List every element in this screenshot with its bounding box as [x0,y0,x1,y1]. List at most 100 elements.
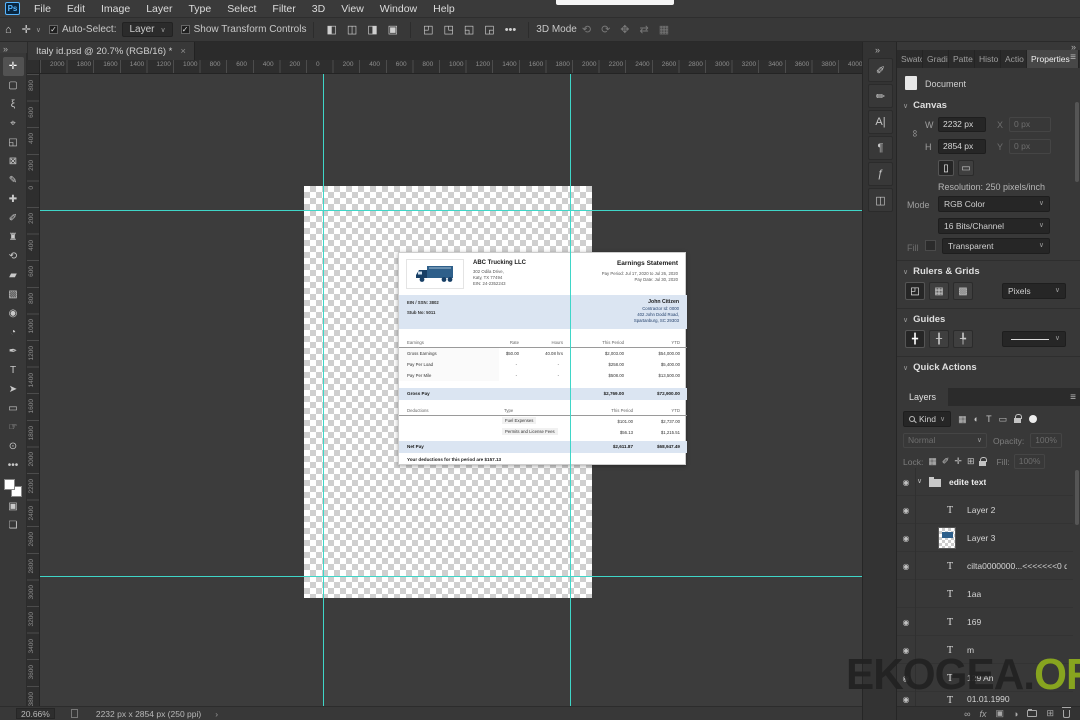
menu-window[interactable]: Window [372,0,425,18]
fill-dropdown[interactable]: Transparent ∨ [942,238,1050,254]
auto-select-target-dropdown[interactable]: Layer ∨ [122,22,173,37]
properties-scrollbar[interactable] [1075,102,1079,182]
eye-icon[interactable]: ◉ [897,552,916,580]
layer-effects-icon[interactable]: fx [979,709,986,719]
ruler-units-dropdown[interactable]: Pixels ∨ [1002,283,1066,299]
tab-history[interactable]: Histo [975,50,1001,68]
tab-layers[interactable]: Layers [897,388,949,406]
dodge-tool[interactable]: ◔ [3,323,24,342]
status-options-arrow[interactable]: › [215,709,218,719]
history-brush-tool[interactable]: ⟲ [3,247,24,266]
vertical-guide[interactable] [570,74,571,706]
lock-position-icon[interactable]: ✛ [954,456,962,467]
height-field[interactable]: 2854 px [938,139,986,154]
layer-filter-dropdown[interactable]: Kind ∨ [903,411,952,427]
filtering-toggle[interactable] [1029,415,1038,423]
group-expand-chevron-icon[interactable]: ∨ [917,477,922,485]
adjustment-layer-icon[interactable]: ◑ [1013,709,1018,719]
tab-patterns[interactable]: Patte [949,50,975,68]
rulers-grids-section-header[interactable]: ∨ Rulers & Grids [903,266,980,277]
lock-pixels-icon[interactable]: ✐ [942,456,950,467]
home-icon[interactable]: ⌂ [0,24,17,36]
quick-mask-button[interactable]: ▣ [3,497,24,516]
bit-depth-dropdown[interactable]: 16 Bits/Channel ∨ [938,218,1050,234]
guide-style-dropdown[interactable]: ∨ [1002,331,1066,347]
canvas-section-header[interactable]: ∨ Canvas [903,100,947,111]
zoom-tool[interactable]: ⊙ [3,437,24,456]
expand-panels-icon[interactable]: » [875,45,880,55]
paragraph-panel-icon[interactable]: ¶ [868,136,893,160]
brush-tool[interactable]: ✐ [3,209,24,228]
fill-swatch[interactable] [925,240,936,251]
auto-select-checkbox[interactable]: ✓ [49,25,58,34]
character-panel-icon[interactable]: A| [868,110,893,134]
lock-guides-button[interactable]: ╂ [929,330,949,348]
layers-scrollbar[interactable] [1075,470,1079,525]
layers-panel-menu-icon[interactable]: ≡ [1070,392,1076,403]
eye-icon[interactable]: ◉ [897,524,916,552]
toggle-grid-button[interactable]: ▦ [929,282,949,300]
frame-tool[interactable]: ⊠ [3,152,24,171]
horizontal-guide[interactable] [40,210,862,211]
lasso-tool[interactable]: ξ [3,95,24,114]
eye-icon[interactable]: ◉ [897,468,916,496]
menu-file[interactable]: File [26,0,59,18]
menu-filter[interactable]: Filter [264,0,303,18]
pen-tool[interactable]: ✒ [3,342,24,361]
crop-tool[interactable]: ◱ [3,133,24,152]
filter-smart-objects-icon[interactable] [1014,414,1023,423]
layer-row[interactable]: ◉ T 169 [897,608,1073,636]
menu-image[interactable]: Image [93,0,138,18]
filter-adjustment-layers-icon[interactable]: ◐ [974,414,979,424]
more-tools-icon[interactable]: ••• [3,456,24,475]
vertical-guide[interactable] [323,74,324,706]
toggle-guides-button[interactable]: ╋ [905,330,925,348]
eraser-tool[interactable]: ▰ [3,266,24,285]
tab-actions[interactable]: Actio [1001,50,1027,68]
tab-swatches[interactable]: Swatc [897,50,923,68]
distribute-middle-icon[interactable]: ◳ [438,23,458,36]
toggle-pixel-grid-button[interactable]: ▩ [953,282,973,300]
toggle-rulers-button[interactable]: ◰ [905,282,925,300]
layer-row[interactable]: ◉ T cilta0000000...<<<<<<<0 d [897,552,1073,580]
clear-guides-button[interactable]: ╄ [953,330,973,348]
eyedropper-tool[interactable]: ✎ [3,171,24,190]
object-selection-tool[interactable]: ⌖ [3,114,24,133]
move-tool[interactable]: ✛ [2,57,24,76]
eye-icon-hidden[interactable] [897,580,916,608]
tool-preset-chevron-icon[interactable]: ∨ [36,26,41,34]
layer-row[interactable]: ◉ T Layer 2 [897,496,1073,524]
gradient-tool[interactable]: ▧ [3,285,24,304]
eye-icon[interactable]: ◉ [897,608,916,636]
filter-shape-layers-icon[interactable]: ▭ [999,414,1008,425]
align-left-icon[interactable]: ◧ [321,23,341,36]
hand-tool[interactable]: ☞ [3,418,24,437]
panel-menu-icon[interactable]: ≡ [1070,52,1076,63]
menu-view[interactable]: View [333,0,372,18]
layer-name[interactable]: 1aa [967,589,981,599]
color-swatches[interactable] [4,479,22,497]
rectangle-tool[interactable]: ▭ [3,399,24,418]
distribute-bottom-icon[interactable]: ◱ [459,23,479,36]
distribute-top-icon[interactable]: ◰ [418,23,438,36]
healing-brush-tool[interactable]: ✚ [3,190,24,209]
align-edges-icon[interactable]: ▣ [383,23,403,36]
layer-row-group[interactable]: ◉ ∨ edite text [897,468,1073,496]
glyphs-panel-icon[interactable]: ƒ [868,162,893,186]
align-right-icon[interactable]: ◨ [362,23,382,36]
filter-pixel-layers-icon[interactable]: ▦ [958,414,967,425]
layer-name[interactable]: Layer 2 [967,505,995,515]
new-group-icon[interactable] [1027,709,1038,717]
layer-name[interactable]: Layer 3 [967,533,995,543]
menu-select[interactable]: Select [219,0,264,18]
close-icon[interactable]: × [180,46,186,57]
menu-3d[interactable]: 3D [304,0,333,18]
layer-row[interactable]: T 1aa [897,580,1073,608]
menu-help[interactable]: Help [425,0,463,18]
more-align-options-icon[interactable]: ••• [500,24,522,36]
show-transform-checkbox[interactable]: ✓ [180,25,190,34]
menu-type[interactable]: Type [180,0,219,18]
lock-all-icon[interactable] [979,456,988,466]
guides-section-header[interactable]: ∨ Guides [903,314,945,325]
zoom-level-field[interactable]: 20.66% [16,708,55,719]
